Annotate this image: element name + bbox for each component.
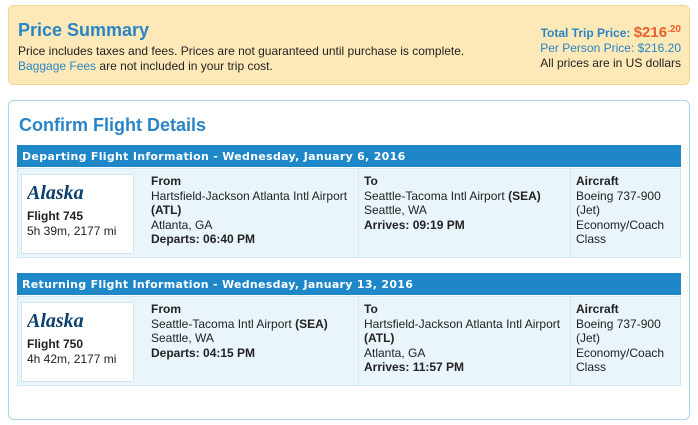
returning-aircraft: Aircraft Boeing 737-900 (Jet) Economy/Co…: [576, 302, 680, 375]
departing-flight-header: Departing Flight Information - Wednesday…: [17, 145, 681, 167]
total-trip-price: Total Trip Price: $216.20: [540, 22, 681, 41]
returning-to: To Hartsfield-Jackson Atlanta Intl Airpo…: [364, 302, 569, 375]
from-code: (SEA): [295, 316, 328, 331]
airline-logo-text: Alaska: [27, 182, 84, 204]
total-cents: .20: [667, 24, 681, 35]
aircraft-type: (Jet): [576, 203, 600, 217]
to-code: (SEA): [508, 188, 541, 203]
aircraft-model: Boeing 737-900: [576, 316, 661, 331]
departing-from: From Hartsfield-Jackson Atlanta Intl Air…: [151, 174, 356, 247]
to-label: To: [364, 302, 378, 316]
from-city: Atlanta, GA: [151, 217, 213, 232]
from-airport: Seattle-Tacoma Intl Airport: [151, 316, 292, 331]
to-code: (ATL): [364, 331, 395, 345]
currency-note: All prices are in US dollars: [540, 56, 681, 70]
from-code: (ATL): [151, 203, 182, 217]
baggage-fees-link[interactable]: Baggage Fees: [18, 59, 96, 73]
column-divider: [358, 169, 359, 257]
price-totals: Total Trip Price: $216.20 Per Person Pri…: [540, 22, 681, 71]
flight-duration-distance: 5h 39m, 2177 mi: [27, 224, 117, 238]
departure-time: Departs: 04:15 PM: [151, 345, 256, 360]
returning-airline-box: Alaska Flight 750 4h 42m, 2177 mi: [21, 302, 134, 382]
returning-flight-header: Returning Flight Information - Wednesday…: [17, 273, 681, 295]
confirm-flight-details-panel: Confirm Flight Details Departing Flight …: [8, 100, 690, 420]
to-airport-line: Seattle-Tacoma Intl Airport (SEA): [364, 189, 569, 204]
column-divider: [358, 297, 359, 385]
column-divider: [570, 297, 571, 385]
departing-airline-box: Alaska Flight 745 5h 39m, 2177 mi: [21, 174, 134, 254]
flight-number: Flight 745: [27, 209, 84, 223]
baggage-note: Baggage Fees are not included in your tr…: [18, 59, 273, 73]
cabin-class-suffix: Class: [576, 232, 607, 246]
to-airport: Hartsfield-Jackson Atlanta Intl Airport: [364, 316, 561, 331]
to-city: Atlanta, GA: [364, 345, 426, 360]
departing-flight-details: Alaska Flight 745 5h 39m, 2177 mi From H…: [17, 168, 681, 258]
cabin-class: Economy/Coach: [576, 217, 665, 232]
arrival-time: Arrives: 11:57 PM: [364, 360, 465, 374]
returning-from: From Seattle-Tacoma Intl Airport (SEA) S…: [151, 302, 356, 360]
price-summary-title: Price Summary: [18, 20, 150, 40]
aircraft-type: (Jet): [576, 331, 600, 345]
from-airport: Hartsfield-Jackson Atlanta Intl Airport: [151, 188, 348, 203]
price-summary-panel: Price Summary Price includes taxes and f…: [8, 5, 690, 85]
flight-number: Flight 750: [27, 337, 84, 351]
flight-duration-distance: 4h 42m, 2177 mi: [27, 352, 117, 366]
aircraft-model: Boeing 737-900: [576, 188, 661, 203]
confirm-flight-details-title: Confirm Flight Details: [19, 115, 207, 135]
alaska-airlines-logo-icon: Alaska: [27, 310, 84, 332]
arrival-time: Arrives: 09:19 PM: [364, 217, 465, 232]
from-label: From: [151, 302, 181, 316]
departure-time: Departs: 06:40 PM: [151, 232, 256, 246]
total-trip-price-value: $216.20: [634, 24, 681, 41]
to-city: Seattle, WA: [364, 203, 427, 217]
to-label: To: [364, 174, 378, 188]
cabin-class: Economy/Coach: [576, 345, 665, 360]
total-trip-price-label: Total Trip Price:: [540, 26, 631, 40]
from-airport-line: Seattle-Tacoma Intl Airport (SEA): [151, 317, 356, 332]
returning-flight-details: Alaska Flight 750 4h 42m, 2177 mi From S…: [17, 296, 681, 386]
departing-aircraft: Aircraft Boeing 737-900 (Jet) Economy/Co…: [576, 174, 680, 247]
from-city: Seattle, WA: [151, 331, 214, 345]
total-dollars: $216: [633, 24, 668, 41]
per-person-price: Per Person Price: $216.20: [540, 41, 681, 55]
departing-to: To Seattle-Tacoma Intl Airport (SEA) Sea…: [364, 174, 569, 232]
alaska-airlines-logo-icon: Alaska: [27, 182, 84, 204]
column-divider: [570, 169, 571, 257]
cabin-class-suffix: Class: [576, 360, 607, 374]
baggage-note-text: are not included in your trip cost.: [96, 59, 273, 73]
aircraft-label: Aircraft: [576, 174, 619, 188]
aircraft-label: Aircraft: [576, 302, 619, 316]
airline-logo-text: Alaska: [27, 310, 84, 332]
price-note: Price includes taxes and fees. Prices ar…: [18, 44, 465, 58]
to-airport: Seattle-Tacoma Intl Airport: [364, 188, 505, 203]
from-label: From: [151, 174, 181, 188]
